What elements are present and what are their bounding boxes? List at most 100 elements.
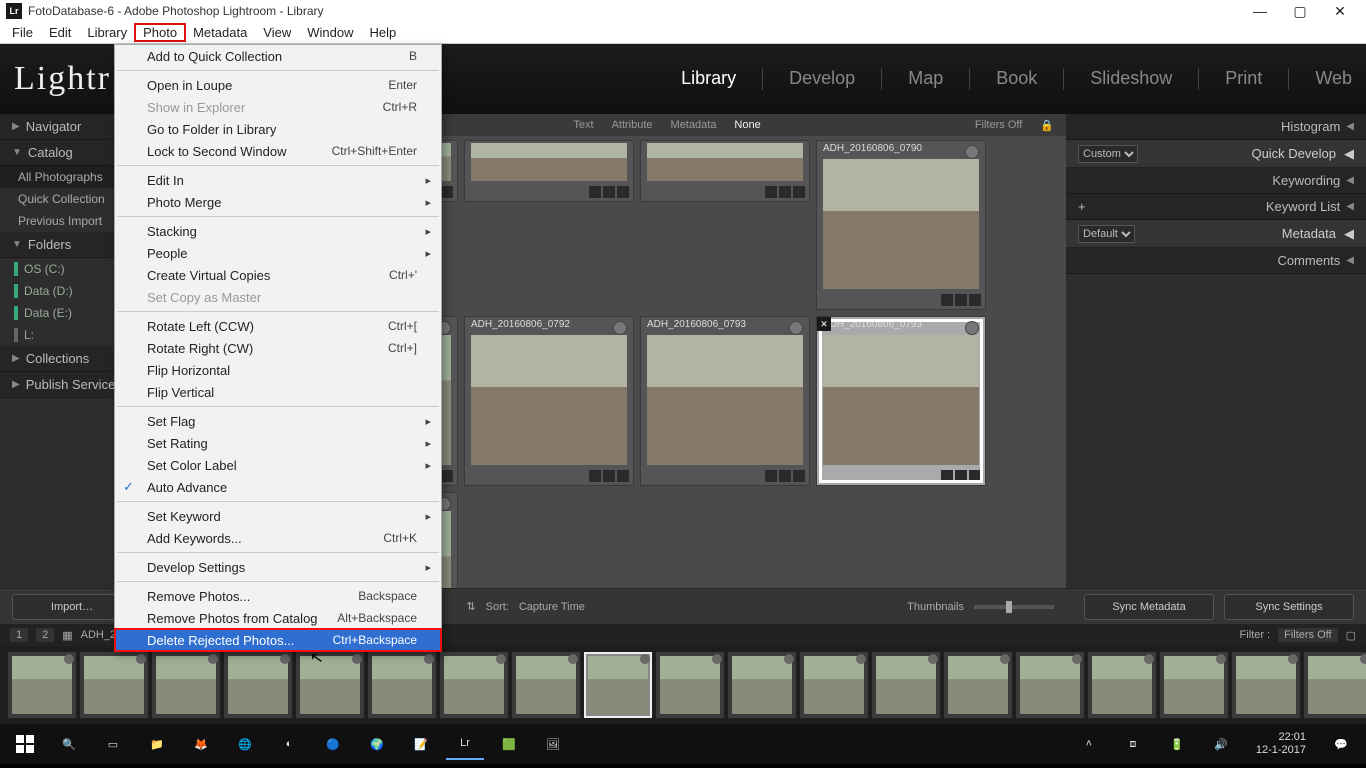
app-icon[interactable]: 🌐: [226, 728, 264, 760]
filmstrip-thumb[interactable]: [8, 652, 76, 718]
menu-item-edit-in[interactable]: Edit In: [115, 169, 441, 191]
sort-direction-icon[interactable]: ⇅: [466, 600, 475, 613]
menu-photo[interactable]: Photo: [135, 24, 185, 41]
minimize-button[interactable]: —: [1240, 0, 1280, 22]
metadata-preset-select[interactable]: Default: [1078, 225, 1135, 243]
menu-item-set-keyword[interactable]: Set Keyword: [115, 505, 441, 527]
menu-item-create-virtual-copies[interactable]: Create Virtual CopiesCtrl+': [115, 264, 441, 286]
filter-attribute[interactable]: Attribute: [612, 119, 653, 131]
taskbar-clock[interactable]: 22:01 12-1-2017: [1246, 731, 1316, 757]
filmstrip-thumb[interactable]: [944, 652, 1012, 718]
module-map[interactable]: Map: [908, 68, 943, 90]
filmstrip-thumb[interactable]: [656, 652, 724, 718]
browser-icon[interactable]: 🌍: [358, 728, 396, 760]
battery-icon[interactable]: 🔋: [1158, 728, 1196, 760]
menu-item-lock-to-second-window[interactable]: Lock to Second WindowCtrl+Shift+Enter: [115, 140, 441, 162]
filmstrip-thumb[interactable]: [1160, 652, 1228, 718]
filmstrip-thumb[interactable]: [1232, 652, 1300, 718]
notifications-icon[interactable]: 💬: [1322, 728, 1360, 760]
menu-item-auto-advance[interactable]: ✓Auto Advance: [115, 476, 441, 498]
taskview-icon[interactable]: ▭: [94, 728, 132, 760]
grid-icon[interactable]: ▦: [62, 629, 72, 642]
menu-item-set-flag[interactable]: Set Flag: [115, 410, 441, 432]
grid-cell[interactable]: [640, 140, 810, 202]
sort-value[interactable]: Capture Time: [519, 601, 585, 613]
filters-off[interactable]: Filters Off: [975, 119, 1022, 131]
filmstrip-thumb[interactable]: [1304, 652, 1366, 718]
maximize-button[interactable]: ▢: [1280, 0, 1320, 22]
eclipse-icon[interactable]: ◐: [270, 728, 308, 760]
module-slideshow[interactable]: Slideshow: [1090, 68, 1172, 90]
filmstrip-thumb[interactable]: [584, 652, 652, 718]
histogram-header[interactable]: Histogram◀: [1066, 114, 1366, 140]
keywording-header[interactable]: Keywording◀: [1066, 168, 1366, 194]
menu-item-go-to-folder-in-library[interactable]: Go to Folder in Library: [115, 118, 441, 140]
menu-item-set-color-label[interactable]: Set Color Label: [115, 454, 441, 476]
menu-edit[interactable]: Edit: [41, 24, 79, 41]
display-1-button[interactable]: 1: [10, 628, 28, 642]
filmstrip-thumb[interactable]: [224, 652, 292, 718]
module-develop[interactable]: Develop: [789, 68, 855, 90]
filmstrip-thumb[interactable]: [800, 652, 868, 718]
menu-view[interactable]: View: [255, 24, 299, 41]
menu-item-set-rating[interactable]: Set Rating: [115, 432, 441, 454]
grid-cell[interactable]: 34158ADH_20160806_0790: [816, 140, 986, 310]
menu-library[interactable]: Library: [79, 24, 135, 41]
module-web[interactable]: Web: [1315, 68, 1352, 90]
filter-preset[interactable]: Filters Off: [1278, 628, 1337, 642]
display-2-button[interactable]: 2: [36, 628, 54, 642]
filter-lock-icon[interactable]: ▢: [1346, 629, 1356, 642]
lock-icon[interactable]: 🔒: [1040, 119, 1054, 132]
menu-item-rotate-right-cw[interactable]: Rotate Right (CW)Ctrl+]: [115, 337, 441, 359]
close-button[interactable]: ✕: [1320, 0, 1360, 22]
sync-metadata-button[interactable]: Sync Metadata: [1084, 594, 1214, 620]
thumbnail-slider[interactable]: [974, 605, 1054, 609]
menu-item-stacking[interactable]: Stacking: [115, 220, 441, 242]
sync-settings-button[interactable]: Sync Settings: [1224, 594, 1354, 620]
keyword-list-header[interactable]: +Keyword List◀: [1066, 194, 1366, 220]
qd-preset-select[interactable]: Custom: [1078, 145, 1138, 163]
module-print[interactable]: Print: [1225, 68, 1262, 90]
dropbox-icon[interactable]: ⧈: [1114, 728, 1152, 760]
menu-item-open-in-loupe[interactable]: Open in LoupeEnter: [115, 74, 441, 96]
app-icon[interactable]: 🟩: [490, 728, 528, 760]
menu-item-remove-photos[interactable]: Remove Photos...Backspace: [115, 585, 441, 607]
menu-item-photo-merge[interactable]: Photo Merge: [115, 191, 441, 213]
menu-window[interactable]: Window: [299, 24, 361, 41]
comments-header[interactable]: Comments◀: [1066, 248, 1366, 274]
menu-item-delete-rejected-photos[interactable]: Delete Rejected Photos...Ctrl+Backspace: [115, 629, 441, 651]
start-button[interactable]: [6, 728, 44, 760]
menu-item-develop-settings[interactable]: Develop Settings: [115, 556, 441, 578]
photos-icon[interactable]: 🖼: [534, 728, 572, 760]
grid-cell[interactable]: 34160ADH_20160806_0792: [464, 316, 634, 486]
filmstrip-thumb[interactable]: [872, 652, 940, 718]
plus-icon[interactable]: +: [1078, 199, 1086, 214]
notepad-icon[interactable]: 📝: [402, 728, 440, 760]
filmstrip-thumb[interactable]: [1016, 652, 1084, 718]
filter-metadata[interactable]: Metadata: [671, 119, 717, 131]
search-icon[interactable]: 🔍: [50, 728, 88, 760]
filmstrip-thumb[interactable]: [440, 652, 508, 718]
menu-item-flip-vertical[interactable]: Flip Vertical: [115, 381, 441, 403]
teamviewer-icon[interactable]: 🔵: [314, 728, 352, 760]
filmstrip-thumb[interactable]: [512, 652, 580, 718]
menu-item-remove-photos-from-catalog[interactable]: Remove Photos from CatalogAlt+Backspace: [115, 607, 441, 629]
module-library[interactable]: Library: [681, 68, 736, 90]
metadata-header[interactable]: Metadata: [1282, 226, 1336, 241]
menu-help[interactable]: Help: [362, 24, 405, 41]
menu-item-people[interactable]: People: [115, 242, 441, 264]
filmstrip-thumb[interactable]: [152, 652, 220, 718]
filter-text[interactable]: Text: [573, 119, 593, 131]
file-explorer-icon[interactable]: 📁: [138, 728, 176, 760]
menu-item-flip-horizontal[interactable]: Flip Horizontal: [115, 359, 441, 381]
module-book[interactable]: Book: [996, 68, 1037, 90]
grid-cell-selected[interactable]: ✕34163ADH_20160806_0793: [816, 316, 986, 486]
filmstrip-thumb[interactable]: [728, 652, 796, 718]
filmstrip[interactable]: [0, 646, 1366, 724]
lightroom-taskbar-icon[interactable]: Lr: [446, 728, 484, 760]
filmstrip-thumb[interactable]: [296, 652, 364, 718]
menu-metadata[interactable]: Metadata: [185, 24, 255, 41]
filmstrip-thumb[interactable]: [368, 652, 436, 718]
filmstrip-thumb[interactable]: [80, 652, 148, 718]
filter-none[interactable]: None: [734, 119, 760, 131]
